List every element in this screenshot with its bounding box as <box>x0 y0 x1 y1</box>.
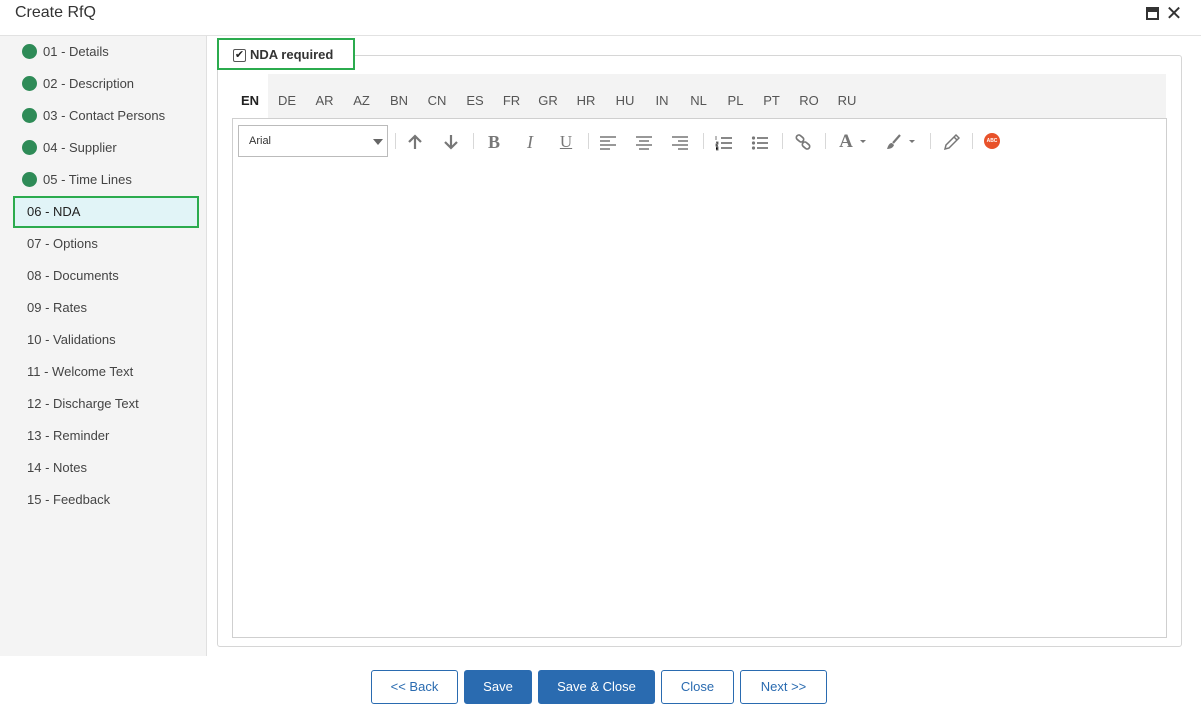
language-tabs: EN DE AR AZ BN CN ES FR GR HR HU IN NL PL PT RO RU <box>232 74 1166 118</box>
toolbar-divider <box>473 133 474 149</box>
step-complete-icon <box>22 140 37 155</box>
language-tab-pl[interactable]: PL <box>718 74 753 118</box>
save-button[interactable]: Save <box>464 670 532 704</box>
dialog-footer: << Back Save Save & Close Close Next >> <box>0 656 1201 712</box>
sidebar-step-12[interactable]: 12 - Discharge Text <box>13 388 199 420</box>
sidebar-step-label: 06 - NDA <box>27 204 81 219</box>
sidebar-step-label: 09 - Rates <box>27 300 87 315</box>
highlight-brush-icon[interactable] <box>885 131 903 153</box>
sidebar-step-2[interactable]: 02 - Description <box>13 68 199 100</box>
step-complete-icon <box>22 76 37 91</box>
italic-icon[interactable]: I <box>521 131 539 153</box>
language-tab-nl[interactable]: NL <box>679 74 718 118</box>
language-tab-az[interactable]: AZ <box>343 74 380 118</box>
window-maximize-icon[interactable] <box>1144 5 1162 23</box>
toolbar-divider <box>395 133 396 149</box>
sidebar-step-label: 07 - Options <box>27 236 98 251</box>
sidebar-step-label: 12 - Discharge Text <box>27 396 139 411</box>
sidebar-step-label: 10 - Validations <box>27 332 116 347</box>
unordered-list-icon[interactable] <box>751 131 769 153</box>
align-right-icon[interactable] <box>671 131 689 153</box>
step-complete-icon <box>22 44 37 59</box>
sidebar-step-label: 13 - Reminder <box>27 428 110 443</box>
language-tab-bn[interactable]: BN <box>380 74 418 118</box>
language-tab-pt[interactable]: PT <box>753 74 790 118</box>
language-tab-fr[interactable]: FR <box>494 74 529 118</box>
language-tab-ar[interactable]: AR <box>306 74 343 118</box>
rich-text-editor[interactable]: Arial B I U A ABC <box>232 118 1167 638</box>
language-tab-hu[interactable]: HU <box>605 74 645 118</box>
dialog-header: Create RfQ ✕ <box>0 0 1201 36</box>
language-tab-en[interactable]: EN <box>232 74 268 118</box>
sidebar-step-4[interactable]: 04 - Supplier <box>13 132 199 164</box>
link-icon[interactable] <box>794 131 812 153</box>
language-tab-ro[interactable]: RO <box>790 74 828 118</box>
sidebar-step-9[interactable]: 09 - Rates <box>13 292 199 324</box>
language-tab-de[interactable]: DE <box>268 74 306 118</box>
sidebar-step-label: 15 - Feedback <box>27 492 111 507</box>
toolbar-divider <box>825 133 826 149</box>
editor-content-area[interactable] <box>233 165 1166 637</box>
font-family-value: Arial <box>249 135 272 147</box>
eraser-icon[interactable] <box>942 131 960 153</box>
underline-icon[interactable]: U <box>557 131 575 153</box>
sidebar-step-3[interactable]: 03 - Contact Persons <box>13 100 199 132</box>
align-left-icon[interactable] <box>599 131 617 153</box>
back-button[interactable]: << Back <box>371 670 458 704</box>
align-center-icon[interactable] <box>635 131 653 153</box>
save-and-close-button[interactable]: Save & Close <box>538 670 655 704</box>
sidebar-step-5[interactable]: 05 - Time Lines <box>13 164 199 196</box>
nda-required-label: NDA required <box>250 47 334 62</box>
sidebar-step-7[interactable]: 07 - Options <box>13 228 199 260</box>
chevron-down-icon[interactable] <box>859 131 867 153</box>
step-sidebar: 01 - Details 02 - Description 03 - Contact… <box>0 36 207 656</box>
font-color-icon[interactable]: A <box>837 131 855 153</box>
sidebar-step-15[interactable]: 15 - Feedback <box>13 484 199 516</box>
toolbar-divider <box>930 133 931 149</box>
sidebar-step-13[interactable]: 13 - Reminder <box>13 420 199 452</box>
bold-icon[interactable]: B <box>485 131 503 153</box>
sidebar-step-label: 05 - Time Lines <box>43 172 132 187</box>
nda-required-checkbox[interactable]: ✔ <box>233 49 246 62</box>
language-tab-hr[interactable]: HR <box>567 74 605 118</box>
sidebar-step-8[interactable]: 08 - Documents <box>13 260 199 292</box>
spellcheck-icon[interactable]: ABC <box>984 133 1000 149</box>
language-tab-in[interactable]: IN <box>645 74 679 118</box>
toolbar-divider <box>972 133 973 149</box>
sidebar-step-6[interactable]: 06 - NDA <box>13 196 199 228</box>
toolbar-divider <box>588 133 589 149</box>
sidebar-step-label: 08 - Documents <box>27 268 119 283</box>
font-family-select[interactable]: Arial <box>238 125 388 157</box>
sidebar-step-label: 04 - Supplier <box>43 140 117 155</box>
sidebar-step-label: 02 - Description <box>43 76 135 91</box>
sidebar-step-label: 11 - Welcome Text <box>27 364 134 379</box>
sidebar-step-label: 01 - Details <box>43 44 109 59</box>
language-tab-ru[interactable]: RU <box>828 74 866 118</box>
sidebar-step-1[interactable]: 01 - Details <box>13 36 199 68</box>
toolbar-divider <box>703 133 704 149</box>
chevron-down-icon[interactable] <box>908 131 916 153</box>
step-complete-icon <box>22 172 37 187</box>
next-button[interactable]: Next >> <box>740 670 827 704</box>
main-content: ✔ NDA required EN DE AR AZ BN CN ES FR GR HR HU IN N… <box>207 36 1201 656</box>
language-tab-es[interactable]: ES <box>456 74 494 118</box>
sidebar-step-10[interactable]: 10 - Validations <box>13 324 199 356</box>
close-button[interactable]: Close <box>661 670 734 704</box>
toolbar-divider <box>782 133 783 149</box>
sidebar-step-14[interactable]: 14 - Notes <box>13 452 199 484</box>
nda-required-toggle[interactable]: ✔ NDA required <box>217 38 355 70</box>
ordered-list-icon[interactable] <box>715 131 733 153</box>
arrow-down-icon[interactable] <box>442 131 460 153</box>
step-complete-icon <box>22 108 37 123</box>
close-icon[interactable]: ✕ <box>1165 4 1183 24</box>
chevron-down-icon <box>373 139 383 145</box>
language-tab-gr[interactable]: GR <box>529 74 567 118</box>
arrow-up-icon[interactable] <box>406 131 424 153</box>
sidebar-step-label: 14 - Notes <box>27 460 87 475</box>
create-rfq-dialog: Create RfQ ✕ 01 - Details 02 - Descriptio… <box>0 0 1201 712</box>
dialog-title: Create RfQ <box>15 4 96 21</box>
language-tab-cn[interactable]: CN <box>418 74 456 118</box>
sidebar-step-11[interactable]: 11 - Welcome Text <box>13 356 199 388</box>
sidebar-step-label: 03 - Contact Persons <box>43 108 166 123</box>
